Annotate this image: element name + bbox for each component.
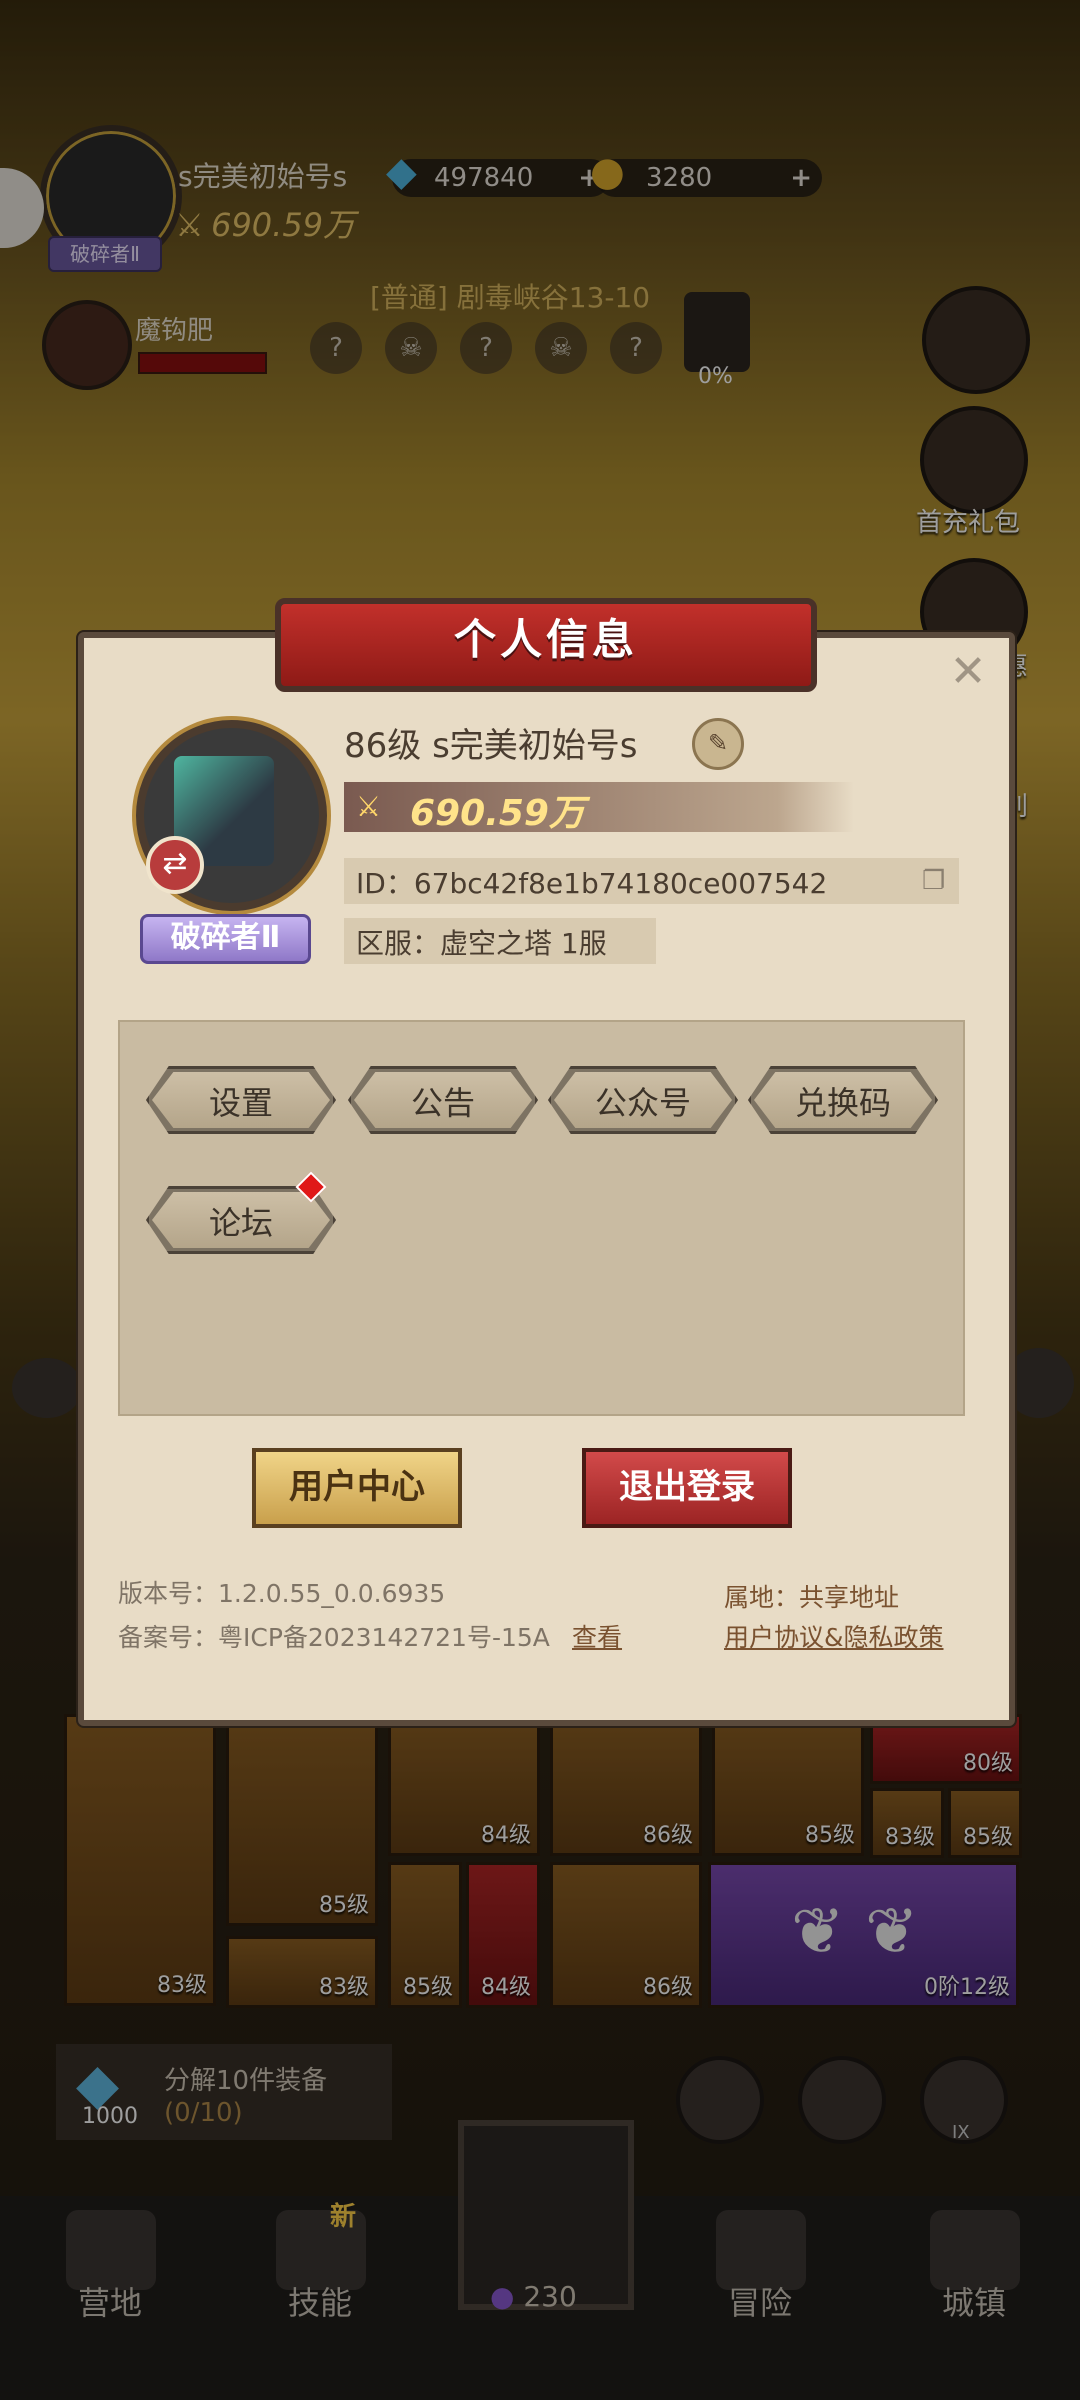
- profile-rank-badge: 破碎者Ⅱ: [140, 914, 311, 964]
- modal-title: 个人信息: [275, 598, 817, 692]
- redeem-code-button[interactable]: 兑换码: [748, 1066, 938, 1134]
- edit-name-icon[interactable]: ✎: [692, 718, 744, 770]
- official-account-button[interactable]: 公众号: [548, 1066, 738, 1134]
- settings-button[interactable]: 设置: [146, 1066, 336, 1134]
- settings-label: 设置: [152, 1072, 330, 1128]
- announcement-button[interactable]: 公告: [348, 1066, 538, 1134]
- player-id: ID：67bc42f8e1b74180ce007542: [356, 867, 828, 900]
- copy-icon[interactable]: ❐: [922, 866, 945, 896]
- profile-power: 690.59万: [410, 784, 585, 836]
- close-icon[interactable]: ✕: [944, 648, 992, 696]
- icp-view-link[interactable]: 查看: [572, 1618, 622, 1654]
- official-account-label: 公众号: [554, 1072, 732, 1128]
- profile-power-value: 690.59万: [410, 793, 585, 834]
- redeem-code-label: 兑换码: [754, 1072, 932, 1128]
- announcement-label: 公告: [354, 1072, 532, 1128]
- server-name: 区服：虚空之塔 1服: [356, 927, 607, 960]
- forum-label: 论坛: [152, 1192, 330, 1248]
- swap-avatar-icon[interactable]: ⇄: [146, 836, 204, 894]
- user-center-button[interactable]: 用户中心: [252, 1448, 462, 1528]
- version-text: 版本号：1.2.0.55_0.0.6935: [118, 1579, 446, 1608]
- icp-text: 备案号：粤ICP备2023142721号-15A: [118, 1623, 550, 1652]
- region-text: 属地：共享地址: [724, 1583, 900, 1612]
- swords-icon: ⚔: [356, 790, 382, 823]
- profile-level-name: 86级 s完美初始号s: [344, 726, 638, 766]
- agreement-link[interactable]: 用户协议&隐私政策: [724, 1618, 944, 1654]
- logout-button[interactable]: 退出登录: [582, 1448, 792, 1528]
